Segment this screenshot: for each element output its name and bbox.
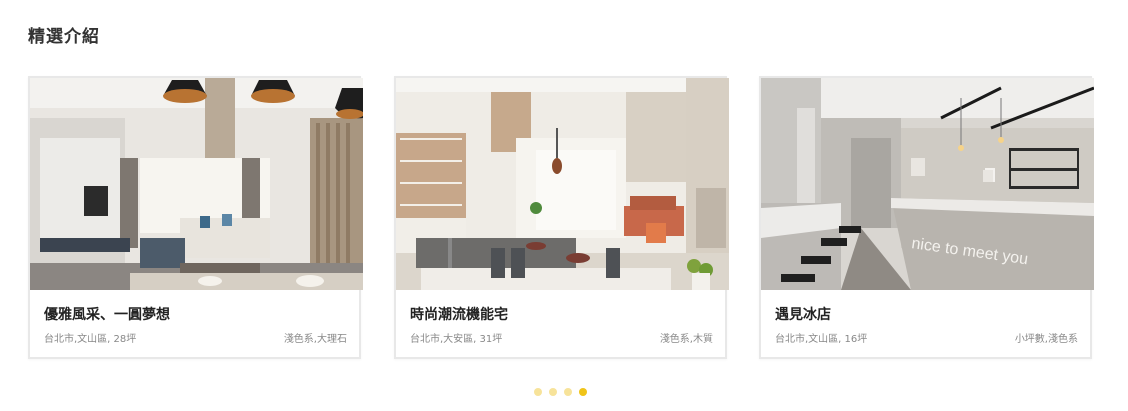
featured-carousel: 優雅風采、一圓夢想 台北市,文山區, 28坪 淺色系,大理石 時尚潮流機能宅 台… [28, 76, 1098, 362]
card-tags: 淺色系,大理石 [283, 334, 347, 345]
card-tags: 小坪數,淺色系 [1014, 334, 1078, 345]
project-photo-kitchen-living[interactable] [396, 78, 729, 290]
pagination-dot[interactable] [534, 388, 542, 396]
card-tags: 淺色系,木質 [659, 334, 713, 345]
pagination-dot[interactable] [549, 388, 557, 396]
card-location: 台北市,文山區, 16坪 [775, 334, 868, 345]
project-card[interactable]: 優雅風采、一圓夢想 台北市,文山區, 28坪 淺色系,大理石 [28, 76, 363, 359]
project-photo-living-room[interactable] [30, 78, 363, 290]
card-location: 台北市,文山區, 28坪 [44, 334, 137, 345]
pagination-dot[interactable] [564, 388, 572, 396]
section-title: 精選介紹 [28, 27, 100, 47]
project-photo-ice-shop[interactable]: nice to meet you [761, 78, 1094, 290]
card-title[interactable]: 遇見冰店 [775, 304, 831, 324]
card-title[interactable]: 時尚潮流機能宅 [410, 304, 508, 324]
project-card[interactable]: nice to meet you 遇見冰店 台北市,文山區, 16坪 小坪數,淺… [759, 76, 1094, 359]
project-card[interactable]: 時尚潮流機能宅 台北市,大安區, 31坪 淺色系,木質 [394, 76, 729, 359]
pagination-dot-active[interactable] [579, 388, 587, 396]
card-location: 台北市,大安區, 31坪 [410, 334, 503, 345]
card-title[interactable]: 優雅風采、一圓夢想 [44, 304, 170, 324]
carousel-pagination [534, 388, 594, 398]
